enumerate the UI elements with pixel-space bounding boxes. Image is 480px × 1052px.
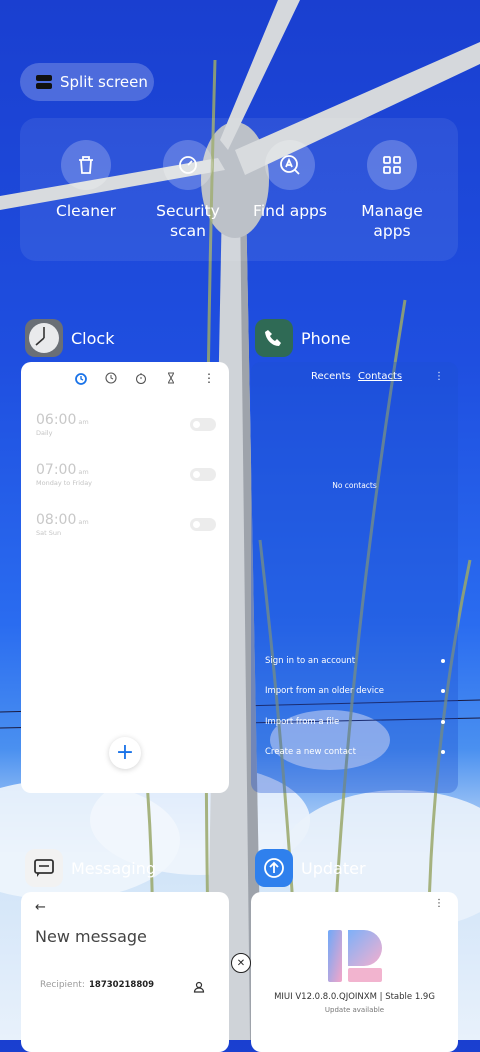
alarm-item[interactable]: 08:00 am Sat Sun xyxy=(36,512,216,537)
tab-recents[interactable]: Recents xyxy=(311,371,351,382)
contact-picker-icon[interactable] xyxy=(193,978,205,997)
back-arrow-icon[interactable]: ← xyxy=(35,900,46,915)
grid-icon xyxy=(367,140,417,190)
tab-contacts[interactable]: Contacts xyxy=(358,371,402,382)
find-apps-label: Find apps xyxy=(253,202,327,220)
import-file-action[interactable]: Import from a file xyxy=(265,717,445,727)
clock-more-icon[interactable]: ⋮ xyxy=(203,370,215,386)
alarm-toggle[interactable] xyxy=(190,418,216,431)
phone-app-icon xyxy=(255,319,293,357)
phone-tabs: Recents Contacts xyxy=(311,371,406,382)
updater-app-icon xyxy=(255,849,293,887)
clock-app-name: Clock xyxy=(71,328,115,348)
clock-tabs xyxy=(73,370,179,386)
cleaner-button[interactable]: Cleaner xyxy=(40,118,132,261)
updater-app-header[interactable]: Updater xyxy=(255,849,366,887)
messaging-app-card[interactable]: ← New message Recipient: 18730218809 xyxy=(21,892,229,1052)
phone-app-header[interactable]: Phone xyxy=(255,319,351,357)
phone-app-name: Phone xyxy=(301,328,351,348)
cleaner-label: Cleaner xyxy=(56,202,116,220)
update-version: MIUI V12.0.8.0.QJOINXM | Stable 1.9G xyxy=(274,992,435,1002)
sign-in-account-action[interactable]: Sign in to an account xyxy=(265,656,445,666)
import-older-device-action[interactable]: Import from an older device xyxy=(265,686,445,696)
phone-app-card[interactable]: Recents Contacts ⋮ No contacts Sign in t… xyxy=(251,362,458,793)
no-contacts-text: No contacts xyxy=(332,481,377,490)
split-screen-button[interactable]: Split screen xyxy=(20,63,154,101)
split-screen-label: Split screen xyxy=(60,73,148,91)
updater-app-card[interactable]: ⋮ MIUI V12.0.8.0.QJOINXM | Stable 1.9G U… xyxy=(251,892,458,1052)
shield-scan-icon xyxy=(163,140,213,190)
updater-more-icon[interactable]: ⋮ xyxy=(434,898,444,909)
recipient-label: Recipient: xyxy=(40,980,85,990)
clock-app-header[interactable]: Clock xyxy=(25,319,114,357)
clear-all-button[interactable]: ✕ xyxy=(231,953,251,973)
miui-12-logo xyxy=(328,930,382,986)
add-alarm-button[interactable]: + xyxy=(109,737,141,769)
phone-more-icon[interactable]: ⋮ xyxy=(434,371,444,382)
alarm-toggle[interactable] xyxy=(190,468,216,481)
trash-icon xyxy=(61,140,111,190)
clock-app-card[interactable]: ⋮ 06:00 am Daily 07:00 am Monday to Friday… xyxy=(21,362,229,793)
create-contact-action[interactable]: Create a new contact xyxy=(265,747,445,757)
messaging-app-name: Messaging xyxy=(71,858,157,878)
update-status: Update available xyxy=(324,1006,385,1014)
stopwatch-tab-icon[interactable] xyxy=(133,370,149,386)
alarm-item[interactable]: 06:00 am Daily xyxy=(36,412,216,437)
messaging-app-header[interactable]: Messaging xyxy=(25,849,156,887)
timer-tab-icon[interactable] xyxy=(163,370,179,386)
find-apps-button[interactable]: Find apps xyxy=(244,118,336,261)
search-app-icon xyxy=(265,140,315,190)
manage-apps-label: Manage apps xyxy=(361,202,423,240)
alarm-item[interactable]: 07:00 am Monday to Friday xyxy=(36,462,216,487)
recipient-value[interactable]: 18730218809 xyxy=(89,980,154,990)
alarm-tab-icon[interactable] xyxy=(73,370,89,386)
clock-app-icon xyxy=(25,319,63,357)
quick-tools-panel: Cleaner Security scan Find apps Manage a… xyxy=(20,118,458,261)
security-scan-button[interactable]: Security scan xyxy=(142,118,234,261)
messaging-app-icon xyxy=(25,849,63,887)
manage-apps-button[interactable]: Manage apps xyxy=(346,118,438,261)
clock-tab-icon[interactable] xyxy=(103,370,119,386)
alarm-toggle[interactable] xyxy=(190,518,216,531)
updater-app-name: Updater xyxy=(301,858,366,878)
security-scan-label: Security scan xyxy=(156,202,220,240)
split-screen-icon xyxy=(36,75,52,89)
new-message-title: New message xyxy=(35,927,147,946)
